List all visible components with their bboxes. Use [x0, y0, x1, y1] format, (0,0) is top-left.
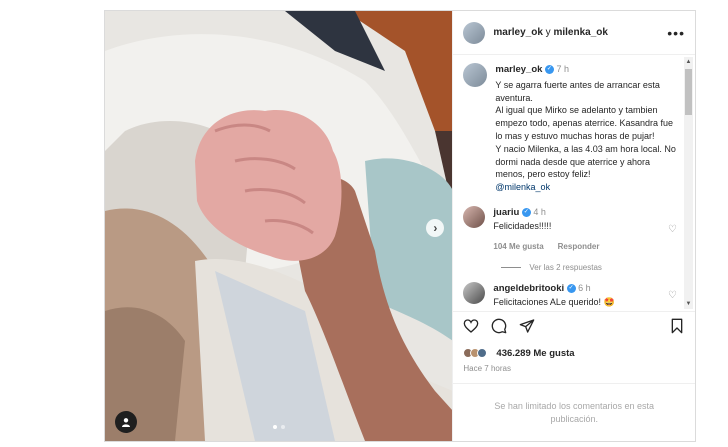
- scroll-up-icon[interactable]: ▲: [684, 57, 693, 67]
- verified-badge-icon: ✓: [544, 65, 554, 75]
- replies-divider: [501, 267, 522, 269]
- post-header: marley_ok y milenka_ok •••: [453, 11, 695, 55]
- comment-avatar[interactable]: [463, 282, 486, 305]
- caption-text: Y se agarra fuerte antes de arrancar est…: [495, 79, 676, 180]
- caption-username[interactable]: marley_ok: [495, 64, 542, 75]
- more-horizontal-icon[interactable]: •••: [667, 25, 685, 41]
- post-actions: [453, 311, 695, 345]
- comment-time[interactable]: 4 h: [533, 207, 546, 217]
- instagram-post-embed: › marley_ok y milenka_ok ••• marley_ok ✓…: [104, 10, 696, 442]
- likes-count[interactable]: 436.289 Me gusta: [496, 348, 574, 359]
- comment-icon[interactable]: [491, 318, 507, 339]
- carousel-dots: [105, 425, 452, 429]
- comments-panel[interactable]: marley_ok ✓ 7 h Y se agarra fuerte antes…: [453, 55, 695, 311]
- comment-item: angeldebritooki ✓ 6 h Felicitaciones ALe…: [463, 282, 677, 309]
- heart-icon[interactable]: [463, 318, 479, 339]
- scroll-down-icon[interactable]: ▼: [684, 299, 693, 309]
- comments-limited-notice: Se han limitado los comentarios en esta …: [453, 383, 695, 441]
- verified-badge-icon: ✓: [566, 284, 576, 294]
- comment-likes[interactable]: 104 Me gusta: [493, 241, 543, 254]
- comment-time[interactable]: 6 h: [578, 283, 591, 293]
- author-username[interactable]: marley_ok: [493, 27, 542, 38]
- comment-text: Felicidades!!!!!: [493, 220, 552, 231]
- posted-time[interactable]: Hace 7 horas: [453, 361, 695, 383]
- scroll-thumb[interactable]: [685, 69, 692, 115]
- save-icon[interactable]: [669, 318, 685, 339]
- comment-username[interactable]: angeldebritooki: [493, 283, 564, 294]
- author-connector: y: [542, 27, 554, 38]
- view-replies-label[interactable]: Ver las 2 respuestas: [529, 263, 601, 272]
- comment-heart-icon[interactable]: ♡: [668, 224, 677, 235]
- carousel-dot: [280, 425, 285, 429]
- comment-text: Felicitaciones ALe querido! 🤩: [493, 297, 615, 308]
- carousel-dot-active: [272, 425, 277, 429]
- view-replies[interactable]: Ver las 2 respuestas: [501, 263, 677, 272]
- comments-scrollbar[interactable]: ▲ ▼: [684, 57, 693, 309]
- comment-username[interactable]: juariu: [493, 207, 519, 218]
- post-authors: marley_ok y milenka_ok: [493, 27, 667, 38]
- user-tag-icon[interactable]: [115, 411, 137, 433]
- liker-avatars[interactable]: [463, 348, 488, 358]
- caption-mention[interactable]: @milenka_ok: [495, 181, 677, 194]
- verified-badge-icon: ✓: [521, 208, 531, 218]
- caption-avatar[interactable]: [463, 63, 488, 87]
- comment-item: juariu ✓ 4 h Felicidades!!!!! 104 Me gus…: [463, 205, 677, 254]
- author-avatar[interactable]: [463, 21, 486, 44]
- caption-time[interactable]: 7 h: [556, 64, 569, 74]
- caption-entry: marley_ok ✓ 7 h Y se agarra fuerte antes…: [463, 63, 677, 194]
- coauthor-username[interactable]: milenka_ok: [553, 27, 607, 38]
- likes-row: 436.289 Me gusta: [453, 345, 695, 361]
- post-photo[interactable]: ›: [105, 11, 453, 441]
- baby-hand-photo: [105, 11, 453, 441]
- reply-button[interactable]: Responder: [558, 241, 600, 254]
- share-icon[interactable]: [519, 318, 535, 339]
- comment-heart-icon[interactable]: ♡: [668, 290, 677, 301]
- post-sidebar: marley_ok y milenka_ok ••• marley_ok ✓ 7…: [452, 11, 695, 441]
- comment-avatar[interactable]: [463, 205, 486, 228]
